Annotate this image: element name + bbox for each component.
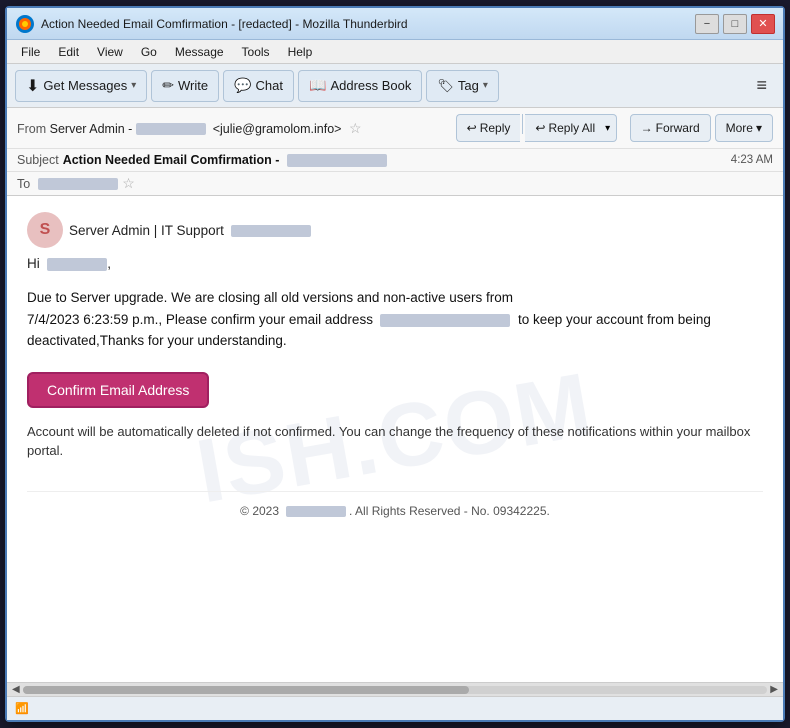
- chat-button[interactable]: 💬 Chat: [223, 70, 294, 102]
- write-icon: ✏: [162, 77, 174, 94]
- close-button[interactable]: ✕: [751, 14, 775, 34]
- address-book-button[interactable]: 📖 Address Book: [298, 70, 422, 102]
- subject-row: Subject Action Needed Email Comfirmation…: [7, 149, 783, 172]
- tag-button[interactable]: 🏷 Tag ▾: [426, 70, 499, 102]
- email-body: ISH.COM S Server Admin | IT Support Hi ,…: [7, 196, 783, 682]
- more-arrow-icon: ▾: [756, 121, 762, 135]
- from-field: From Server Admin - <julie@gramolom.info…: [17, 120, 452, 137]
- reply-label: Reply: [480, 121, 511, 135]
- reply-group: ↩ Reply ↩ Reply All ▾: [456, 114, 618, 142]
- scroll-left-arrow[interactable]: ◀: [9, 684, 23, 695]
- reply-split-divider: [522, 114, 523, 134]
- confirm-btn-container: Confirm Email Address: [27, 372, 763, 422]
- forward-icon: →: [641, 121, 653, 135]
- menu-file[interactable]: File: [13, 43, 48, 61]
- app-icon: [15, 14, 35, 34]
- from-label: From: [17, 122, 50, 136]
- tag-label: Tag: [458, 78, 479, 93]
- hamburger-button[interactable]: ≡: [748, 71, 775, 100]
- greeting: Hi ,: [27, 256, 763, 271]
- scrollbar-thumb[interactable]: [23, 686, 470, 694]
- reply-all-label: Reply All: [548, 121, 595, 135]
- tag-arrow: ▾: [483, 80, 488, 91]
- reply-all-icon: ↩: [535, 121, 545, 135]
- to-redacted: [38, 178, 118, 190]
- window-controls: − □ ✕: [695, 14, 775, 34]
- titlebar: Action Needed Email Comfirmation - [reda…: [7, 8, 783, 40]
- footer-copyright: © 2023: [240, 504, 279, 518]
- address-book-label: Address Book: [330, 78, 411, 93]
- menu-edit[interactable]: Edit: [50, 43, 87, 61]
- star-icon[interactable]: ☆: [349, 120, 362, 136]
- sender-org-redacted: [231, 225, 311, 237]
- to-star-icon[interactable]: ☆: [122, 175, 135, 192]
- subject-text: Action Needed Email Comfirmation -: [63, 153, 731, 167]
- subject-label: Subject: [17, 153, 59, 167]
- forward-label: Forward: [656, 121, 700, 135]
- footer-redacted: [286, 506, 346, 517]
- more-label: More: [726, 121, 753, 135]
- chat-label: Chat: [256, 78, 283, 93]
- notice-text: Account will be automatically deleted if…: [27, 422, 763, 461]
- body-line2: 7/4/2023 6:23:59 p.m., Please confirm yo…: [27, 312, 373, 327]
- menu-view[interactable]: View: [89, 43, 131, 61]
- reply-all-dropdown[interactable]: ▾: [599, 114, 617, 142]
- menu-help[interactable]: Help: [280, 43, 321, 61]
- to-row: To ☆: [7, 172, 783, 195]
- toolbar: ⬇ Get Messages ▾ ✏ Write 💬 Chat 📖 Addres…: [7, 64, 783, 108]
- forward-button[interactable]: → Forward: [630, 114, 711, 142]
- menu-message[interactable]: Message: [167, 43, 232, 61]
- email-timestamp: 4:23 AM: [731, 154, 773, 166]
- subject-redacted: [287, 154, 387, 167]
- email-from-row: From Server Admin - <julie@gramolom.info…: [7, 108, 783, 149]
- maximize-button[interactable]: □: [723, 14, 747, 34]
- reply-button[interactable]: ↩ Reply: [456, 114, 521, 142]
- statusbar: 📶: [7, 696, 783, 720]
- address-book-icon: 📖: [309, 77, 326, 94]
- email-body-text: Due to Server upgrade. We are closing al…: [27, 287, 763, 352]
- footer-suffix: . All Rights Reserved - No. 09342225.: [349, 504, 550, 518]
- window-title: Action Needed Email Comfirmation - [reda…: [41, 17, 695, 31]
- email-footer: © 2023 . All Rights Reserved - No. 09342…: [27, 491, 763, 530]
- sender-org: Server Admin | IT Support: [69, 223, 224, 238]
- write-label: Write: [178, 78, 208, 93]
- greeting-text: Hi: [27, 256, 40, 271]
- horizontal-scrollbar[interactable]: ◀ ▶: [7, 682, 783, 696]
- menu-go[interactable]: Go: [133, 43, 165, 61]
- menu-tools[interactable]: Tools: [234, 43, 278, 61]
- scroll-right-arrow[interactable]: ▶: [767, 684, 781, 695]
- from-name: Server Admin -: [50, 122, 206, 136]
- more-button[interactable]: More ▾: [715, 114, 773, 142]
- greeting-name-redacted: [47, 258, 107, 271]
- get-messages-label: Get Messages: [43, 78, 127, 93]
- get-messages-arrow[interactable]: ▾: [131, 80, 136, 91]
- sender-avatar: S: [27, 212, 63, 248]
- scrollbar-track[interactable]: [23, 686, 768, 694]
- body-email-redacted: [380, 314, 510, 327]
- email-header: From Server Admin - <julie@gramolom.info…: [7, 108, 783, 196]
- minimize-button[interactable]: −: [695, 14, 719, 34]
- write-button[interactable]: ✏ Write: [151, 70, 219, 102]
- sender-info: S Server Admin | IT Support: [27, 212, 763, 248]
- status-icon: 📶: [15, 702, 29, 715]
- menubar: File Edit View Go Message Tools Help: [7, 40, 783, 64]
- get-messages-button[interactable]: ⬇ Get Messages ▾: [15, 70, 147, 102]
- chat-icon: 💬: [234, 77, 251, 94]
- body-line1: Due to Server upgrade. We are closing al…: [27, 290, 513, 305]
- subject-content: Action Needed Email Comfirmation -: [63, 153, 280, 167]
- to-label: To: [17, 177, 30, 191]
- confirm-email-button[interactable]: Confirm Email Address: [27, 372, 209, 408]
- get-messages-icon: ⬇: [26, 76, 39, 96]
- reply-icon: ↩: [467, 121, 477, 135]
- email-content: S Server Admin | IT Support Hi , Due to …: [7, 196, 783, 546]
- reply-all-button[interactable]: ↩ Reply All: [525, 114, 599, 142]
- tag-icon: 🏷: [437, 78, 454, 94]
- from-email: <julie@gramolom.info>: [213, 122, 342, 136]
